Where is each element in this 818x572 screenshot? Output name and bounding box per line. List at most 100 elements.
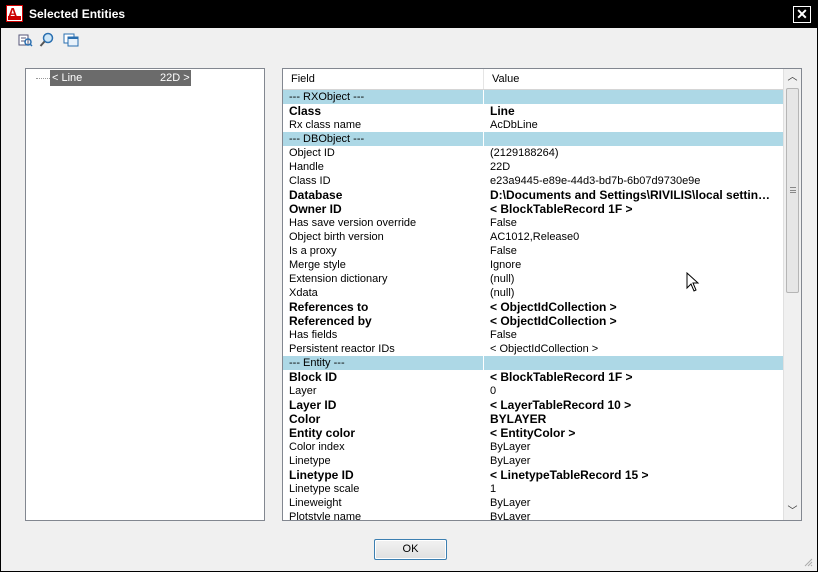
grid-row-value: False bbox=[490, 329, 517, 341]
grid-row-field: Xdata bbox=[289, 287, 318, 299]
grid-row-field: Object ID bbox=[289, 147, 335, 159]
grid-row[interactable]: Plotstyle name ByLayer bbox=[283, 510, 783, 521]
grid-row-field: Database bbox=[289, 188, 343, 202]
grid-row-value: Ignore bbox=[490, 259, 522, 271]
grid-row-field: Extension dictionary bbox=[289, 273, 388, 285]
grid-row-field: Referenced by bbox=[289, 314, 372, 328]
grid-row[interactable]: Class ID e23a9445-e89e-44d3-bd7b-6b07d973… bbox=[283, 174, 783, 188]
grid-row-value: < ObjectIdCollection > bbox=[490, 314, 617, 328]
grid-row[interactable]: Is a proxy False bbox=[283, 244, 783, 258]
grid-row-value: < ObjectIdCollection > bbox=[490, 300, 617, 314]
grid-row[interactable]: Linetype ID < LinetypeTableRecord 15 > bbox=[283, 468, 783, 482]
grid-row-value: < LinetypeTableRecord 15 > bbox=[490, 468, 649, 482]
grid-row-value: False bbox=[490, 245, 517, 257]
grid-row[interactable]: Layer 0 bbox=[283, 384, 783, 398]
selected-entities-dialog: A Selected Entities ✕ < Line 22D > Field… bbox=[0, 0, 818, 572]
scroll-thumb[interactable] bbox=[786, 88, 799, 293]
grid-row[interactable]: Class Line bbox=[283, 104, 783, 118]
grid-row[interactable]: Has save version override False bbox=[283, 216, 783, 230]
grid-row-field: Layer ID bbox=[289, 398, 337, 412]
grid-row-value: ByLayer bbox=[490, 441, 531, 453]
grid-row[interactable]: Has fields False bbox=[283, 328, 783, 342]
grid-row-value: (2129188264) bbox=[490, 147, 559, 159]
resize-grip-icon[interactable] bbox=[803, 557, 813, 567]
zoom-button[interactable] bbox=[39, 32, 56, 49]
inspect-button[interactable] bbox=[17, 32, 34, 49]
grid-section-value-cell bbox=[483, 356, 783, 370]
grid-section-header: --- Entity --- bbox=[283, 356, 783, 370]
scroll-up-button[interactable]: ︿ bbox=[784, 69, 801, 86]
grid-row[interactable]: Extension dictionary (null) bbox=[283, 272, 783, 286]
grid-row[interactable]: Block ID < BlockTableRecord 1F > bbox=[283, 370, 783, 384]
grid-row[interactable]: Owner ID < BlockTableRecord 1F > bbox=[283, 202, 783, 216]
column-header-field[interactable]: Field bbox=[291, 73, 315, 85]
grid-row[interactable]: Entity color < EntityColor > bbox=[283, 426, 783, 440]
grid-row-field: Block ID bbox=[289, 370, 338, 384]
grid-row-field: --- Entity --- bbox=[289, 357, 345, 369]
grid-row[interactable]: Xdata (null) bbox=[283, 286, 783, 300]
window-title: Selected Entities bbox=[29, 7, 126, 21]
title-bar[interactable]: A Selected Entities ✕ bbox=[1, 1, 817, 28]
grid-row-field: Merge style bbox=[289, 259, 346, 271]
grid-row-value: ByLayer bbox=[490, 511, 531, 521]
grid-row[interactable]: Database D:\Documents and Settings\RIVILI… bbox=[283, 188, 783, 202]
mouse-cursor-icon bbox=[686, 272, 700, 292]
grid-row-field: Has fields bbox=[289, 329, 338, 341]
grid-row[interactable]: Lineweight ByLayer bbox=[283, 496, 783, 510]
vertical-scrollbar[interactable]: ︿ ﹀ bbox=[783, 69, 801, 520]
grid-row[interactable]: Persistent reactor IDs < ObjectIdCollecti… bbox=[283, 342, 783, 356]
grid-row[interactable]: Linetype scale 1 bbox=[283, 482, 783, 496]
tree-item-name: < Line bbox=[52, 72, 83, 84]
grid-row-value: 0 bbox=[490, 385, 497, 397]
grid-row-field: Linetype scale bbox=[289, 483, 360, 495]
column-header-value[interactable]: Value bbox=[492, 73, 519, 85]
grid-row[interactable]: Color BYLAYER bbox=[283, 412, 783, 426]
grid-row-value: D:\Documents and Settings\RIVILIS\local … bbox=[490, 188, 771, 202]
grid-section-value-cell bbox=[483, 90, 783, 104]
grid-row[interactable]: References to < ObjectIdCollection > bbox=[283, 300, 783, 314]
grid-section-header: --- RXObject --- bbox=[283, 90, 783, 104]
grid-row-field: Is a proxy bbox=[289, 245, 337, 257]
grid-row[interactable]: Object birth version AC1012,Release0 bbox=[283, 230, 783, 244]
grid-row[interactable]: Rx class name AcDbLine bbox=[283, 118, 783, 132]
grid-row[interactable]: Linetype ByLayer bbox=[283, 454, 783, 468]
grid-row-field: Lineweight bbox=[289, 497, 342, 509]
ok-button[interactable]: OK bbox=[374, 539, 447, 560]
close-button[interactable]: ✕ bbox=[793, 6, 811, 23]
scroll-down-button[interactable]: ﹀ bbox=[784, 503, 801, 520]
property-grid[interactable]: Field Value --- RXObject --- Class Line Rx… bbox=[282, 68, 802, 521]
column-separator[interactable] bbox=[483, 69, 484, 89]
grid-row-value: ByLayer bbox=[490, 455, 531, 467]
grid-section-value-cell bbox=[483, 132, 783, 146]
grid-row-field: References to bbox=[289, 300, 369, 314]
grid-row[interactable]: Merge style Ignore bbox=[283, 258, 783, 272]
grid-row-field: Entity color bbox=[289, 426, 356, 440]
window-icon bbox=[63, 33, 79, 47]
grid-row-field: --- RXObject --- bbox=[289, 91, 365, 103]
entity-tree[interactable]: < Line 22D > bbox=[25, 68, 265, 521]
close-icon: ✕ bbox=[796, 6, 808, 22]
grid-row-value: < BlockTableRecord 1F > bbox=[490, 370, 633, 384]
grid-row-field: Object birth version bbox=[289, 231, 384, 243]
grid-row[interactable]: Layer ID < LayerTableRecord 10 > bbox=[283, 398, 783, 412]
grid-row-field: Plotstyle name bbox=[289, 511, 362, 521]
grid-row-value: AC1012,Release0 bbox=[490, 231, 580, 243]
window-button[interactable] bbox=[63, 32, 80, 49]
grid-row-value: < BlockTableRecord 1F > bbox=[490, 202, 633, 216]
autocad-app-icon: A bbox=[6, 5, 23, 22]
grid-row-value: False bbox=[490, 217, 517, 229]
grid-row-value: < LayerTableRecord 10 > bbox=[490, 398, 632, 412]
grid-row-field: Linetype ID bbox=[289, 468, 354, 482]
grid-row-value: < EntityColor > bbox=[490, 426, 576, 440]
grid-row[interactable]: Referenced by < ObjectIdCollection > bbox=[283, 314, 783, 328]
grid-row-field: Linetype bbox=[289, 455, 331, 467]
grid-row[interactable]: Color index ByLayer bbox=[283, 440, 783, 454]
tree-item-line[interactable]: < Line 22D > bbox=[50, 70, 191, 86]
grid-row-field: Owner ID bbox=[289, 202, 342, 216]
zoom-icon bbox=[39, 32, 54, 47]
grid-row[interactable]: Handle 22D bbox=[283, 160, 783, 174]
grid-row-field: Color index bbox=[289, 441, 345, 453]
grid-rows: --- RXObject --- Class Line Rx class name A… bbox=[283, 90, 783, 521]
grid-row[interactable]: Object ID (2129188264) bbox=[283, 146, 783, 160]
grid-row-field: --- DBObject --- bbox=[289, 133, 365, 145]
